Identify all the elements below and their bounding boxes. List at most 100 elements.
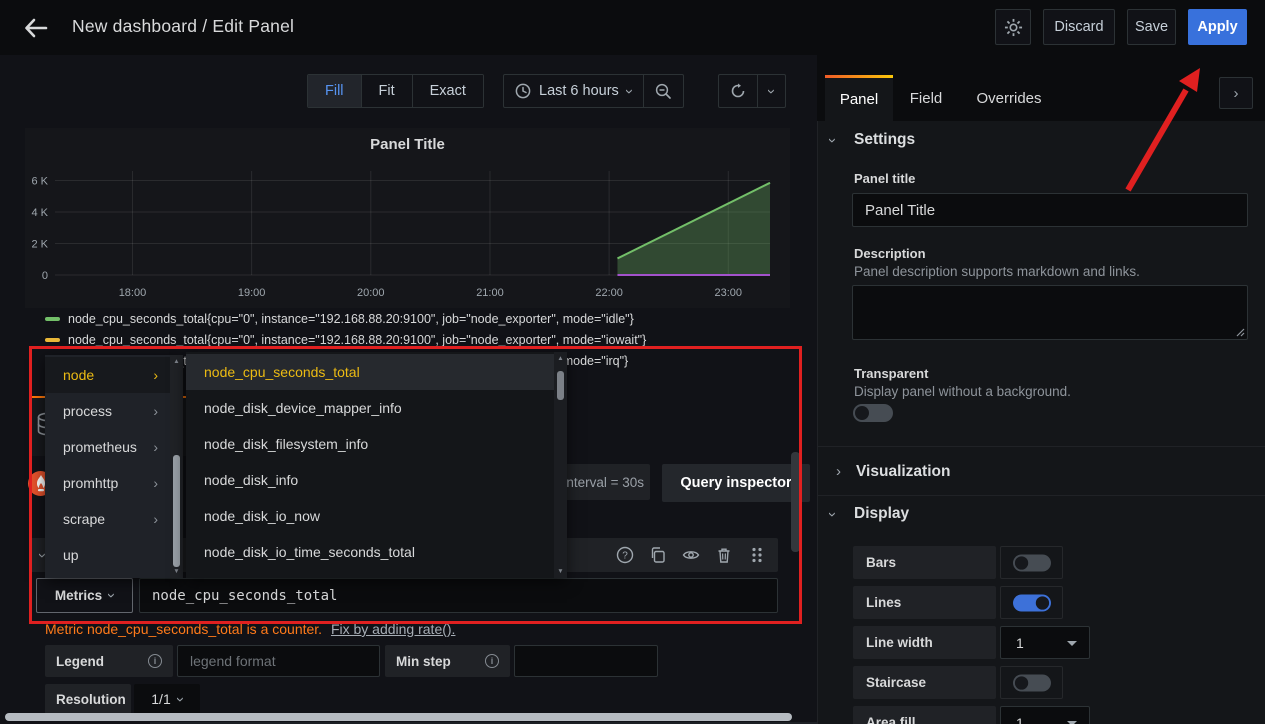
toggle-visibility-icon[interactable] [682,546,700,564]
description-label: Description [854,246,926,261]
dashboard-settings-button[interactable] [995,9,1031,45]
metric-item[interactable]: node_disk_filesystem_info [186,426,554,462]
area-fill-select[interactable]: 1 [1000,706,1090,724]
metrics-button-label: Metrics [55,588,102,603]
legend-format-label: Legend [56,654,104,669]
counter-warning: Metric node_cpu_seconds_total is a count… [45,621,455,637]
metric-menu-scrollbar[interactable]: ▲ ▼ [554,352,567,578]
display-section-title: Display [854,505,909,523]
fit-button[interactable]: Fit [362,75,413,107]
metric-item[interactable]: node_disk_info [186,462,554,498]
legend-format-input[interactable] [177,645,380,677]
visualization-section-title[interactable]: Visualization [856,463,950,481]
settings-collapse-icon[interactable]: › [825,138,840,143]
chevron-down-icon: › [622,89,637,94]
query-pane-scrollbar[interactable] [791,452,800,552]
category-item-up[interactable]: up [45,537,170,573]
drag-handle-icon[interactable] [748,546,766,564]
scroll-down-icon[interactable]: ▼ [554,568,567,575]
time-picker-group: Last 6 hours › [503,74,684,108]
scroll-up-icon[interactable]: ▲ [170,358,183,365]
query-expression-input[interactable] [139,578,778,613]
transparent-label: Transparent [854,366,928,381]
metric-item[interactable]: node_disk_device_mapper_info [186,390,554,426]
resolution-labelbox: Resolution [45,684,131,714]
duplicate-query-icon[interactable] [649,546,667,564]
settings-section-title: Settings [854,131,915,149]
section-divider [817,446,1265,447]
graph-panel[interactable]: Panel Title 02 K4 K6 K18:0019:0020:0021:… [25,128,790,308]
refresh-button[interactable] [719,75,758,107]
clock-icon [515,83,531,99]
interval-label: interval = 30s [563,475,644,490]
query-inspector-button[interactable]: Query inspector [662,464,810,502]
category-item-prometheus[interactable]: prometheus› [45,429,170,465]
category-item-process[interactable]: process› [45,393,170,429]
metric-item[interactable]: node_disk_io_time_seconds_total [186,534,554,570]
info-icon[interactable]: i [148,654,162,668]
svg-text:2 K: 2 K [31,238,48,250]
legend-label: node_cpu_seconds_total{cpu="0", instance… [68,333,646,347]
line-width-label: Line width [853,626,996,659]
time-range-label: Last 6 hours [539,83,619,99]
help-icon[interactable]: ? [616,546,634,564]
svg-text:21:00: 21:00 [476,287,504,299]
tab-field[interactable]: Field [893,75,959,121]
line-width-select[interactable]: 1 [1000,626,1090,659]
time-range-button[interactable]: Last 6 hours › [504,75,644,107]
panel-title-label: Panel title [854,171,915,186]
svg-text:?: ? [622,551,628,562]
line-width-value: 1 [1016,635,1024,651]
collapse-sidebar-button[interactable]: › [1219,77,1253,109]
category-item-promhttp[interactable]: promhttp› [45,465,170,501]
visualization-expand-icon[interactable]: › [836,464,841,479]
description-textarea[interactable] [852,285,1248,340]
horizontal-scrollbar[interactable] [5,713,792,721]
category-menu-scrollbar[interactable]: ▲ ▼ [170,355,183,578]
fill-button[interactable]: Fill [308,75,362,107]
series-color-swatch [45,338,60,342]
tab-panel[interactable]: Panel [825,75,893,121]
fix-rate-link[interactable]: Fix by adding rate(). [331,621,456,637]
resolution-value: 1/1 [151,691,170,707]
svg-text:23:00: 23:00 [715,287,743,299]
staircase-toggle[interactable] [1013,674,1051,691]
scroll-up-icon[interactable]: ▲ [554,355,567,362]
resolution-label: Resolution [56,692,126,707]
save-button[interactable]: Save [1127,9,1176,45]
caret-down-icon [1067,641,1077,646]
panel-title-input[interactable] [852,193,1248,227]
metrics-dropdown-button[interactable]: Metrics › [36,578,133,613]
bars-toggle[interactable] [1013,554,1051,571]
exact-button[interactable]: Exact [413,75,483,107]
metric-item-selected[interactable]: node_cpu_seconds_total [186,354,554,390]
metric-item[interactable]: node_disk_io_now [186,498,554,534]
resolution-select[interactable]: 1/1 › [134,684,200,714]
resize-handle-icon[interactable] [1236,328,1245,337]
display-collapse-icon[interactable]: › [825,512,840,517]
category-item-node[interactable]: node› [45,357,170,393]
query-options-summary[interactable]: interval = 30s [562,464,650,500]
svg-text:18:00: 18:00 [119,287,147,299]
refresh-interval-dropdown[interactable]: › [758,75,785,107]
back-arrow-icon[interactable] [22,14,50,42]
top-bar: New dashboard / Edit Panel Discard Save … [0,0,1265,55]
transparent-toggle[interactable] [853,404,893,422]
discard-button[interactable]: Discard [1043,9,1115,45]
delete-query-icon[interactable] [715,546,733,564]
zoom-out-button[interactable] [644,75,683,107]
tab-overrides[interactable]: Overrides [959,75,1059,121]
category-item-scrape[interactable]: scrape› [45,501,170,537]
section-divider [817,495,1265,496]
bars-label: Bars [853,546,996,579]
apply-button[interactable]: Apply [1188,9,1247,45]
bars-toggle-box [1000,546,1063,579]
legend-item[interactable]: node_cpu_seconds_total{cpu="0", instance… [45,310,634,328]
lines-toggle[interactable] [1013,594,1051,611]
chevron-down-icon: › [173,697,188,702]
min-step-input[interactable] [514,645,658,677]
metric-list-menu: node_cpu_seconds_total node_disk_device_… [186,352,567,578]
info-icon[interactable]: i [485,654,499,668]
legend-item[interactable]: node_cpu_seconds_total{cpu="0", instance… [45,331,646,349]
scroll-down-icon[interactable]: ▼ [170,568,183,575]
